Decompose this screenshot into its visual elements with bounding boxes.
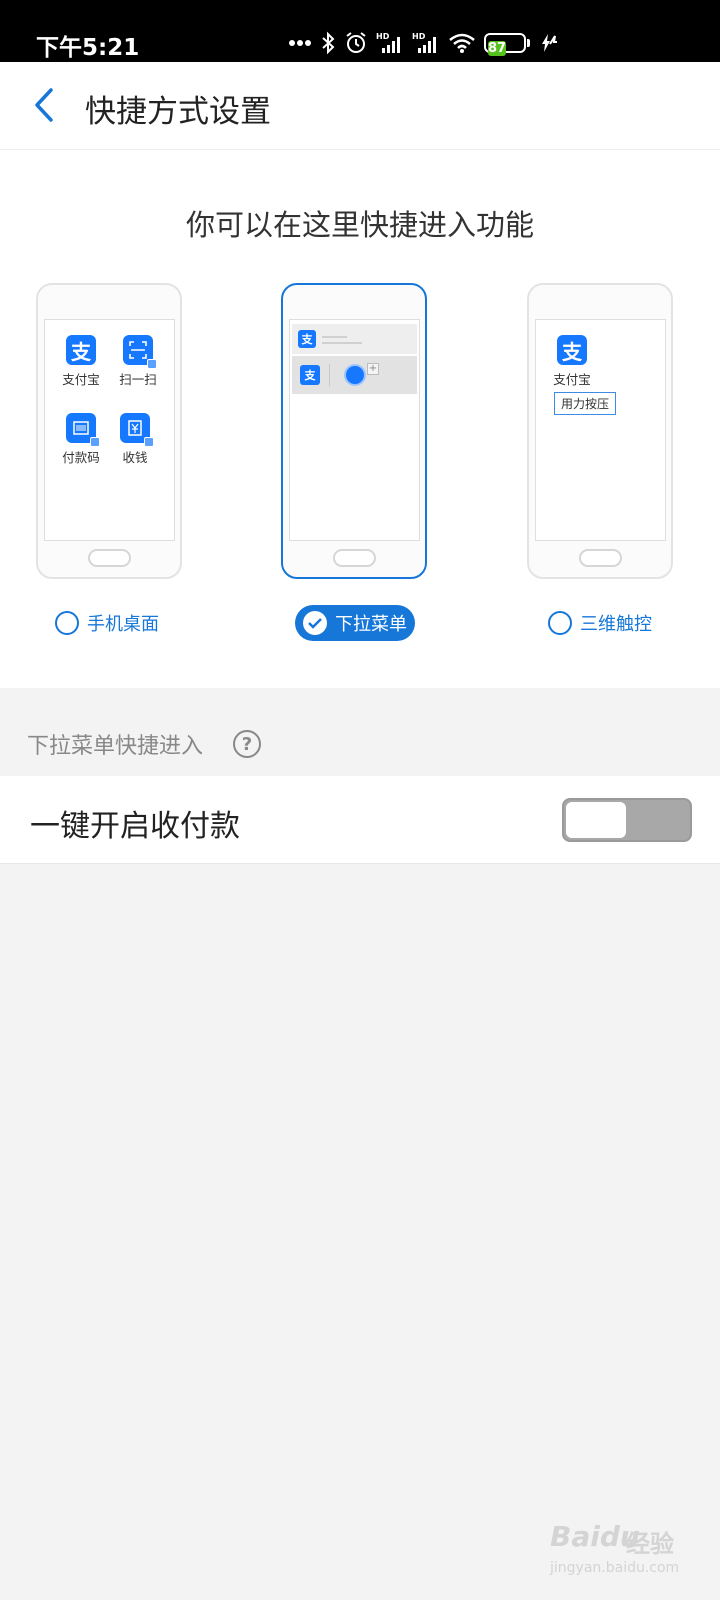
wifi-icon: [449, 33, 475, 53]
app-label: 扫一扫: [119, 372, 157, 387]
option-label: 手机桌面: [87, 614, 159, 635]
setting-label: 一键开启收付款: [30, 809, 240, 844]
alipay-icon: 支: [300, 365, 320, 385]
alipay-icon: 支: [298, 330, 316, 348]
check-circle-icon: [303, 611, 327, 635]
battery-level: 87: [488, 41, 507, 56]
section-header: 下拉菜单快捷进入: [0, 688, 720, 776]
pulldown-preview-screen: 支 支 +: [289, 319, 420, 541]
app-label: 支付宝: [62, 372, 100, 387]
help-icon[interactable]: ?: [233, 730, 261, 758]
watermark-text: 经验: [626, 1530, 674, 1558]
status-bar: 下午5:21 HD HD 87: [0, 0, 720, 62]
receive-money-icon: [120, 413, 154, 447]
page-title: 快捷方式设置: [85, 94, 271, 130]
charging-icon: [542, 34, 557, 52]
touch-preview-phone[interactable]: 支 支付宝 用力按压: [527, 283, 673, 579]
svg-text:HD: HD: [412, 32, 426, 41]
chevron-left-icon: [35, 88, 53, 122]
signal-hd-icon: HD: [376, 32, 400, 53]
home-button-graphic: [333, 549, 376, 567]
notification-shade-graphic: 支: [292, 324, 417, 354]
plus-icon: +: [367, 363, 379, 375]
bluetooth-icon: [322, 31, 335, 55]
option-3d-touch[interactable]: 三维触控: [548, 605, 652, 641]
option-label: 下拉菜单: [335, 614, 407, 635]
home-button-graphic: [88, 549, 131, 567]
toggle-knob: [566, 802, 626, 838]
more-dots-icon: [289, 40, 311, 46]
app-label: 收钱: [122, 450, 148, 465]
radio-unchecked-icon: [55, 611, 79, 635]
shortcut-chooser: 你可以在这里快捷进入功能 支 支付宝 扫一扫 付款码 收钱 支 支 + 支 支付…: [0, 150, 720, 688]
alipay-icon: 支: [66, 335, 96, 365]
option-pulldown[interactable]: 下拉菜单: [295, 605, 415, 641]
alarm-icon: [346, 32, 366, 53]
setting-row: 一键开启收付款: [0, 776, 720, 864]
press-hint-tooltip: 用力按压: [554, 392, 617, 415]
quick-pay-toggle[interactable]: [562, 798, 692, 842]
back-button[interactable]: [24, 80, 64, 130]
status-time: 下午5:21: [36, 35, 140, 61]
top-app-bar: 快捷方式设置: [0, 62, 720, 150]
pulldown-preview-phone[interactable]: 支 支 +: [281, 283, 427, 579]
desktop-preview-phone[interactable]: 支 支付宝 扫一扫 付款码 收钱: [36, 283, 182, 579]
section-label: 下拉菜单快捷进入: [27, 734, 204, 759]
app-label: 付款码: [62, 450, 100, 465]
desktop-preview-screen: 支 支付宝 扫一扫 付款码 收钱: [44, 319, 175, 541]
svg-text:HD: HD: [376, 32, 390, 41]
signal-hd-icon: HD: [412, 32, 436, 53]
paycode-icon: [66, 413, 100, 447]
blue-dot-icon: [346, 366, 364, 384]
watermark-url: jingyan.baidu.com: [550, 1560, 680, 1576]
home-button-graphic: [579, 549, 622, 567]
chooser-heading: 你可以在这里快捷进入功能: [185, 208, 534, 242]
scan-icon: [123, 335, 157, 369]
status-icons: HD HD 87: [288, 28, 558, 58]
pulldown-shortcut-row: 支 +: [292, 356, 417, 394]
alipay-icon: 支: [557, 335, 587, 365]
option-label: 三维触控: [580, 614, 652, 635]
app-label: 支付宝: [553, 372, 591, 387]
touch-preview-screen: 支 支付宝 用力按压: [535, 319, 666, 541]
radio-unchecked-icon: [548, 611, 572, 635]
option-desktop[interactable]: 手机桌面: [55, 605, 159, 641]
watermark: Baidu 经验 jingyan.baidu.com: [550, 1520, 700, 1590]
battery-icon: 87: [484, 33, 530, 56]
